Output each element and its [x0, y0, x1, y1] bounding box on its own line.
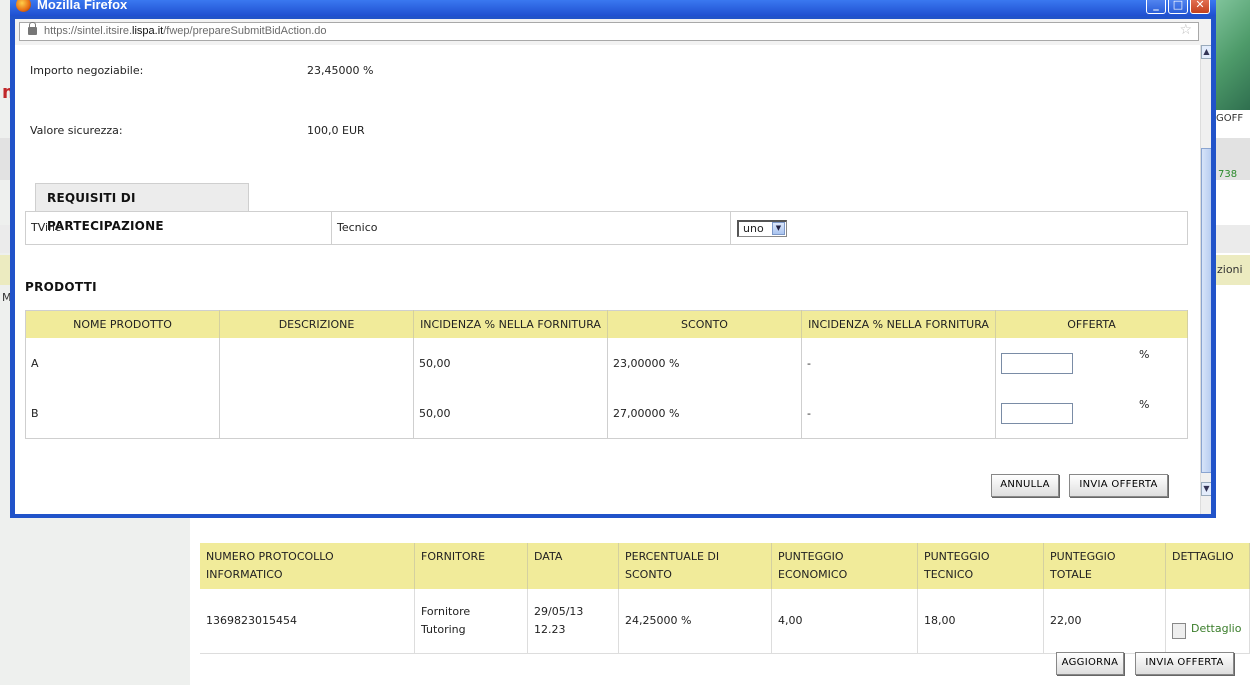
importo-negoziabile-value: 23,45000 % — [307, 64, 374, 77]
header-fornitore: FORNITORE — [414, 543, 528, 589]
window-title: Mozilla Firefox — [37, 0, 128, 12]
window-titlebar[interactable]: Mozilla Firefox _ □ ✕ — [10, 0, 1216, 16]
cell-descrizione — [219, 338, 414, 388]
aggiorna-button[interactable]: AGGIORNA — [1056, 652, 1124, 675]
cell-sconto: 24,25000 % — [618, 589, 772, 654]
header-punteggio-economico: PUNTEGGIO ECONOMICO — [771, 543, 918, 589]
cell-economico: 4,00 — [771, 589, 918, 654]
cell-offerta: % — [995, 338, 1188, 388]
valore-sicurezza-label: Valore sicurezza: — [30, 124, 123, 137]
requisiti-select-value: uno — [743, 222, 764, 235]
cell-incidenza-2: - — [801, 338, 996, 388]
dettaglio-link[interactable]: Dettaglio — [1191, 622, 1241, 635]
offerta-input[interactable] — [1001, 352, 1073, 374]
document-icon[interactable] — [1172, 623, 1186, 639]
chevron-down-icon[interactable]: ▼ — [772, 222, 785, 235]
table-header-row: NOME PRODOTTO DESCRIZIONE INCIDENZA % NE… — [25, 310, 1188, 338]
header-nome-prodotto: NOME PRODOTTO — [25, 310, 220, 338]
cell-protocollo: 1369823015454 — [200, 589, 415, 654]
table-row: 1369823015454 Fornitore Tutoring 29/05/13… — [200, 589, 1250, 654]
tab-requisiti[interactable]: REQUISITI DI PARTECIPAZIONE — [35, 183, 249, 233]
cell-incidenza: 50,00 — [413, 388, 608, 439]
firefox-logo-icon — [16, 0, 31, 12]
requisiti-tvinc: TVinc — [31, 221, 62, 234]
header-dettaglio: DETTAGLIO — [1165, 543, 1250, 589]
cell-nome: B — [25, 388, 220, 439]
scrollbar-thumb[interactable] — [1201, 148, 1211, 473]
header-data: DATA — [527, 543, 619, 589]
table-row: B 50,00 27,00000 % - % — [25, 388, 1188, 439]
scroll-up-icon[interactable]: ▲ — [1201, 45, 1211, 59]
logoff-link[interactable]: GOFF — [1216, 113, 1243, 124]
prodotti-table: NOME PRODOTTO DESCRIZIONE INCIDENZA % NE… — [25, 310, 1188, 439]
table-row: A 50,00 23,00000 % - % — [25, 338, 1188, 388]
menu-item-fragment[interactable]: zioni — [1217, 263, 1243, 276]
invia-offerta-button[interactable]: INVIA OFFERTA — [1069, 474, 1168, 497]
cell-data: 29/05/13 12.23 — [527, 589, 619, 654]
close-icon[interactable]: ✕ — [1190, 0, 1210, 14]
valore-sicurezza-value: 100,0 EUR — [307, 124, 365, 137]
popup-content: Importo negoziabile: 23,45000 % Valore s… — [15, 45, 1211, 514]
table-header-row: NUMERO PROTOCOLLO INFORMATICO FORNITORE D… — [200, 543, 1250, 589]
cell-incidenza: 50,00 — [413, 338, 608, 388]
cell-offerta: % — [995, 388, 1188, 439]
lock-icon — [28, 22, 37, 35]
requisiti-tecnico: Tecnico — [337, 221, 378, 234]
background-number: 738 — [1218, 169, 1238, 180]
offerta-input[interactable] — [1001, 402, 1073, 424]
importo-negoziabile-label: Importo negoziabile: — [30, 64, 144, 77]
cell-dettaglio: Dettaglio — [1165, 589, 1250, 654]
bookmark-star-icon[interactable]: ☆ — [1179, 22, 1192, 38]
cell-nome: A — [25, 338, 220, 388]
cell-tecnico: 18,00 — [917, 589, 1044, 654]
requisiti-select[interactable]: uno ▼ — [737, 220, 787, 237]
cell-sconto: 23,00000 % — [607, 338, 802, 388]
invia-offerta-background-button[interactable]: INVIA OFFERTA — [1135, 652, 1234, 675]
prodotti-title: PRODOTTI — [25, 280, 97, 294]
minimize-icon[interactable]: _ — [1146, 0, 1166, 14]
header-incidenza-2: INCIDENZA % NELLA FORNITURA — [801, 310, 996, 338]
scroll-down-icon[interactable]: ▼ — [1201, 482, 1211, 496]
header-protocollo: NUMERO PROTOCOLLO INFORMATICO — [200, 543, 415, 589]
percent-label: % — [1139, 398, 1150, 411]
cell-descrizione — [219, 388, 414, 439]
offers-table: NUMERO PROTOCOLLO INFORMATICO FORNITORE D… — [200, 543, 1250, 654]
cell-incidenza-2: - — [801, 388, 996, 439]
header-sconto: SCONTO — [607, 310, 802, 338]
url-bar: https://sintel.itsire.lispa.it/fwep/prep… — [15, 19, 1211, 45]
cell-sconto: 27,00000 % — [607, 388, 802, 439]
url-text: https://sintel.itsire.lispa.it/fwep/prep… — [44, 25, 327, 37]
header-percentuale-sconto: PERCENTUALE DI SCONTO — [618, 543, 772, 589]
maximize-icon[interactable]: □ — [1168, 0, 1188, 14]
cell-fornitore: Fornitore Tutoring — [414, 589, 528, 654]
header-punteggio-tecnico: PUNTEGGIO TECNICO — [917, 543, 1044, 589]
annulla-button[interactable]: ANNULLA — [991, 474, 1059, 497]
percent-label: % — [1139, 348, 1150, 361]
firefox-popup-window: Mozilla Firefox _ □ ✕ https://sintel.its… — [10, 0, 1216, 518]
header-descrizione: DESCRIZIONE — [219, 310, 414, 338]
vertical-scrollbar[interactable]: ▲ ▼ — [1200, 45, 1211, 514]
requisiti-table: TVinc Tecnico uno ▼ — [25, 211, 1188, 245]
header-punteggio-totale: PUNTEGGIO TOTALE — [1043, 543, 1166, 589]
header-offerta: OFFERTA — [995, 310, 1188, 338]
requisiti-divider — [730, 212, 731, 244]
url-field[interactable]: https://sintel.itsire.lispa.it/fwep/prep… — [19, 22, 1199, 41]
cell-totale: 22,00 — [1043, 589, 1166, 654]
header-incidenza: INCIDENZA % NELLA FORNITURA — [413, 310, 608, 338]
